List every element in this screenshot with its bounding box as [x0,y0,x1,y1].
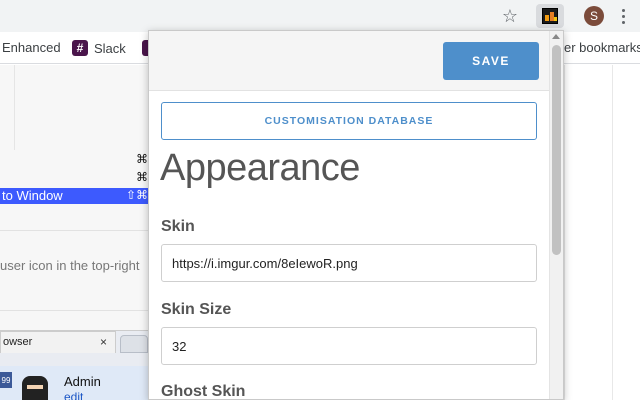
browser-tab[interactable]: owser × [0,331,116,353]
background-page-right [564,65,640,400]
other-bookmarks[interactable]: er bookmarks [564,40,640,55]
menu-row[interactable]: ⌘ [0,152,150,168]
extension-icon [542,8,558,24]
close-icon[interactable]: × [100,335,107,349]
star-icon[interactable]: ☆ [500,6,520,27]
bookmark-slack[interactable]: # Slack [72,40,126,56]
badge: 99 [0,372,12,388]
divider [0,310,150,311]
slack-icon: # [72,40,88,56]
divider [0,230,150,231]
tab-label: owser [3,336,33,348]
new-tab-button[interactable] [120,335,148,353]
profile-avatar[interactable]: S [584,6,604,26]
section-title: Appearance [160,147,360,189]
admin-name: Admin [64,374,101,389]
menu-row-selected[interactable]: to Window ⇧⌘ [0,188,150,204]
divider [14,65,15,150]
extension-popup: SAVE CUSTOMISATION DATABASE Appearance S… [148,30,564,400]
bookmark-enhanced[interactable]: Enhanced [2,40,61,55]
edit-link[interactable]: edit [64,390,83,400]
scrollbar-thumb[interactable] [552,45,561,255]
user-avatar [22,376,48,400]
menu-row-label: to Window [2,188,63,203]
divider [612,65,613,400]
skin-input[interactable] [161,244,537,282]
bookmark-label: Enhanced [2,40,61,55]
skin-label: Skin [161,218,195,235]
help-text: user icon in the top-right [0,258,140,273]
bookmark-label: Slack [94,40,126,56]
scroll-up-icon[interactable] [552,34,560,39]
customisation-database-button[interactable]: CUSTOMISATION DATABASE [161,102,537,140]
ghost-skin-label: Ghost Skin [161,383,246,400]
skin-size-input[interactable] [161,327,537,365]
menu-row[interactable]: ⌘ [0,170,150,186]
address-bar[interactable] [0,4,492,28]
browser-toolbar: ☆ S [0,0,640,32]
skin-size-label: Skin Size [161,301,232,318]
popup-header: SAVE [149,31,549,91]
other-bookmarks-label: er bookmarks [564,40,640,55]
shortcut-label: ⌘ [136,152,148,166]
kebab-menu-icon[interactable] [618,6,628,26]
extension-button[interactable] [536,4,564,28]
shortcut-label: ⇧⌘ [125,188,148,202]
save-button[interactable]: SAVE [443,42,539,80]
shortcut-label: ⌘ [136,170,148,184]
